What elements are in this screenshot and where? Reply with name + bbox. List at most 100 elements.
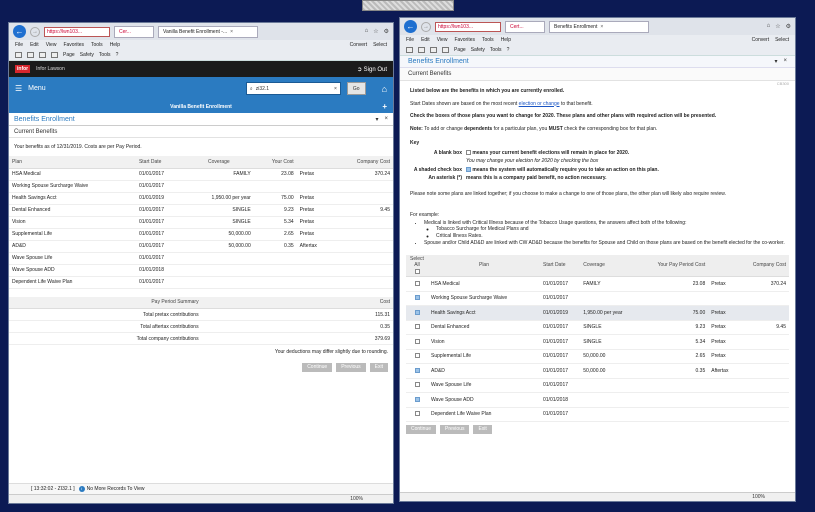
plan-checkbox[interactable] [414,367,420,373]
close-icon[interactable]: × [384,116,388,123]
continue-button[interactable]: Continue [406,425,437,434]
sign-out-button[interactable]: ➲ Sign Out [357,66,387,73]
table-cell [738,378,789,393]
tools-menu[interactable]: Tools [99,52,111,58]
clear-icon[interactable]: × [334,86,337,92]
plan-checkbox[interactable] [414,382,420,388]
plan-checkbox[interactable] [414,353,420,359]
select-all-checkbox[interactable] [414,268,420,274]
section-header: Benefits Enrollment ▾ × [9,113,393,126]
right-tab-cert[interactable]: Cert... [505,20,545,33]
menu-tools[interactable]: Tools [91,42,103,48]
page-menu[interactable]: Page [454,47,466,53]
close-tab-icon[interactable]: × [600,24,603,30]
table-cell: Vision [12,219,26,225]
menu-label[interactable]: Menu [28,85,46,92]
table-row[interactable]: Wave Spouse ADD 01/01/2018 [406,393,789,407]
table-row[interactable]: Vision 01/01/2017 SINGLE 5.34 Pretax [406,335,789,349]
close-icon[interactable]: × [783,58,787,65]
convert-button[interactable]: Convert [350,42,368,48]
menu-tools[interactable]: Tools [482,37,494,43]
add-icon[interactable]: + [382,102,387,111]
election-change-link[interactable]: election or change [519,101,560,107]
chevron-down-icon[interactable]: ▾ [774,58,777,65]
continue-button[interactable]: Continue [302,363,333,372]
plan-checkbox[interactable] [414,396,420,402]
safety-menu[interactable]: Safety [80,52,94,58]
select-button[interactable]: Select [373,42,387,48]
menu-help[interactable]: Help [501,37,511,43]
left-address-bar[interactable]: https://lwn103... [44,26,110,37]
section-title: Benefits Enrollment [14,115,75,123]
table-row[interactable]: Wave Spouse Life 01/01/2017 [406,378,789,393]
menu-edit[interactable]: Edit [30,42,39,48]
table-row[interactable]: Working Spouse Surcharge Waive 01/01/2017 [406,291,789,306]
home-app-icon[interactable]: ⌂ [382,84,387,94]
table-row[interactable]: Supplemental Life 01/01/2017 50,000.00 2.65… [406,349,789,364]
table-cell: 01/01/2017 [138,231,164,237]
star-icon[interactable]: ☆ [775,23,780,30]
plan-checkbox[interactable] [414,309,420,315]
go-button[interactable]: Go [346,82,366,95]
left-commandbar: Page Safety Tools ? [9,50,393,61]
menu-edit[interactable]: Edit [421,37,430,43]
previous-button[interactable]: Previous [336,363,366,372]
hamburger-icon[interactable]: ☰ [15,84,22,93]
exit-button[interactable]: Exit [473,425,492,434]
feeds-icon[interactable] [27,52,34,58]
table-row[interactable]: Dental Enhanced 01/01/2017 SINGLE 9.23 Preta… [406,320,789,335]
convert-button[interactable]: Convert [752,37,770,43]
menu-favorites[interactable]: Favorites [63,42,84,48]
plan-checkbox[interactable] [414,338,420,344]
mail-icon[interactable] [430,47,437,53]
feeds-icon[interactable] [418,47,425,53]
zoom-level[interactable]: 100% [350,496,363,502]
table-row[interactable]: Health Savings Acct 01/01/2019 1,950.00 pe… [406,305,789,320]
back-icon[interactable]: ← [404,20,417,33]
menu-view[interactable]: View [46,42,57,48]
table-row[interactable]: HSA Medical 01/01/2017 FAMILY 23.08 Pretax 37… [406,277,789,291]
close-tab-icon[interactable]: × [230,29,233,35]
print-icon[interactable] [51,52,58,58]
home-icon[interactable]: ⌂ [767,23,771,30]
menu-file[interactable]: File [15,42,23,48]
table-row[interactable]: AD&D 01/01/2017 50,000.00 0.35 Aftertax [406,364,789,378]
forward-icon[interactable]: → [30,26,40,37]
mail-icon[interactable] [39,52,46,58]
zoom-level[interactable]: 100% [752,494,765,500]
menu-favorites[interactable]: Favorites [454,37,475,43]
home-toolbar-icon[interactable] [15,52,22,58]
safety-menu[interactable]: Safety [471,47,485,53]
right-address-bar[interactable]: https://lwn103... [435,21,501,32]
select-button[interactable]: Select [775,37,789,43]
plan-checkbox[interactable] [414,280,420,286]
plan-checkbox[interactable] [414,324,420,330]
print-icon[interactable] [442,47,449,53]
back-icon[interactable]: ← [13,25,26,38]
help-icon[interactable]: ? [507,47,510,53]
gear-icon[interactable]: ⚙ [384,28,389,35]
page-menu[interactable]: Page [63,52,75,58]
help-icon[interactable]: ? [116,52,119,58]
home-icon[interactable]: ⌂ [365,28,369,35]
star-icon[interactable]: ☆ [373,28,378,35]
chevron-down-icon[interactable]: ▾ [375,116,378,123]
menu-view[interactable]: View [437,37,448,43]
tools-menu[interactable]: Tools [490,47,502,53]
home-toolbar-icon[interactable] [406,47,413,53]
exit-button[interactable]: Exit [369,363,388,372]
left-tab-cert[interactable]: Cer... [114,25,154,38]
forward-icon[interactable]: → [421,21,431,32]
plan-checkbox[interactable] [414,295,420,301]
gear-icon[interactable]: ⚙ [786,23,791,30]
left-tab-active[interactable]: Vanilla Benefit Enrollment -... × [158,25,258,38]
previous-button[interactable]: Previous [440,425,470,434]
table-row[interactable]: Dependent Life Waive Plan 01/01/2017 [406,407,789,422]
plan-checkbox[interactable] [414,411,420,417]
menu-file[interactable]: File [406,37,414,43]
menu-help[interactable]: Help [110,42,120,48]
right-tab-active[interactable]: Benefits Enrollment × [549,20,649,33]
search-input[interactable]: ⌕ zi32.1 × [245,82,341,95]
table-row: Supplemental Life 01/01/2017 50,000.00 2.65… [9,228,393,240]
right-browser-window: ← → https://lwn103... Cert... Benefits E… [399,17,796,502]
